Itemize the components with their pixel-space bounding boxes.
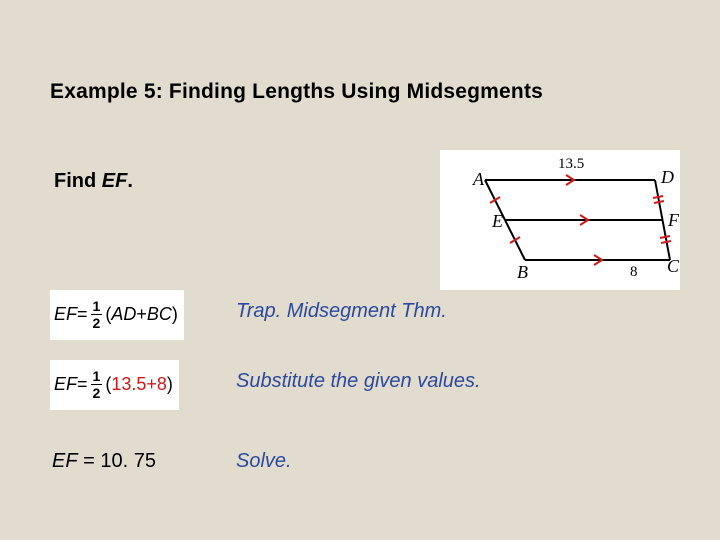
example-title: Example 5: Finding Lengths Using Midsegm… <box>50 80 543 104</box>
equation-result: EF = 10. 75 <box>52 450 156 473</box>
label-C: C <box>667 256 680 276</box>
length-BC: 8 <box>630 264 638 280</box>
reason-substitute: Substitute the given values. <box>236 370 481 393</box>
problem-prompt: Find EF. <box>54 170 133 193</box>
eq2-val2: 8 <box>157 374 167 395</box>
eq1-term-BC: BC <box>147 304 172 325</box>
eq2-equals: = <box>77 374 88 395</box>
eq1-plus: + <box>136 304 147 325</box>
label-B: B <box>517 262 528 282</box>
fraction-one-half-icon: 1 2 <box>91 299 103 330</box>
trapezoid-diagram: A D E F B C 13.5 8 <box>440 150 680 290</box>
eq1-close: ) <box>172 304 178 325</box>
reason-solve: Solve. <box>236 450 292 473</box>
label-E: E <box>491 211 503 231</box>
eq2-num: 1 <box>91 369 103 384</box>
eq2-plus: + <box>146 374 157 395</box>
prompt-pre: Find <box>54 170 102 192</box>
prompt-post: . <box>127 170 133 192</box>
label-D: D <box>660 167 674 187</box>
slide: Example 5: Finding Lengths Using Midsegm… <box>0 0 720 540</box>
length-AD: 13.5 <box>558 156 584 172</box>
eq2-den: 2 <box>91 384 103 400</box>
equation-substituted: EF = 1 2 ( 13.5 + 8 ) <box>50 360 179 410</box>
fraction-one-half-icon: 1 2 <box>91 369 103 400</box>
eq1-term-AD: AD <box>111 304 136 325</box>
eq2-close: ) <box>167 374 173 395</box>
eq2-val1: 13.5 <box>111 374 146 395</box>
eq2-lhs: EF <box>54 374 77 395</box>
label-F: F <box>667 210 680 230</box>
label-A: A <box>472 169 485 189</box>
eq1-num: 1 <box>91 299 103 314</box>
answer-value: = 10. 75 <box>78 450 156 472</box>
eq1-den: 2 <box>91 314 103 330</box>
answer-var: EF <box>52 450 78 472</box>
prompt-var: EF <box>102 170 128 192</box>
eq1-equals: = <box>77 304 88 325</box>
eq1-lhs: EF <box>54 304 77 325</box>
reason-midsegment-thm: Trap. Midsegment Thm. <box>236 300 447 323</box>
equation-formula: EF = 1 2 ( AD + BC ) <box>50 290 184 340</box>
